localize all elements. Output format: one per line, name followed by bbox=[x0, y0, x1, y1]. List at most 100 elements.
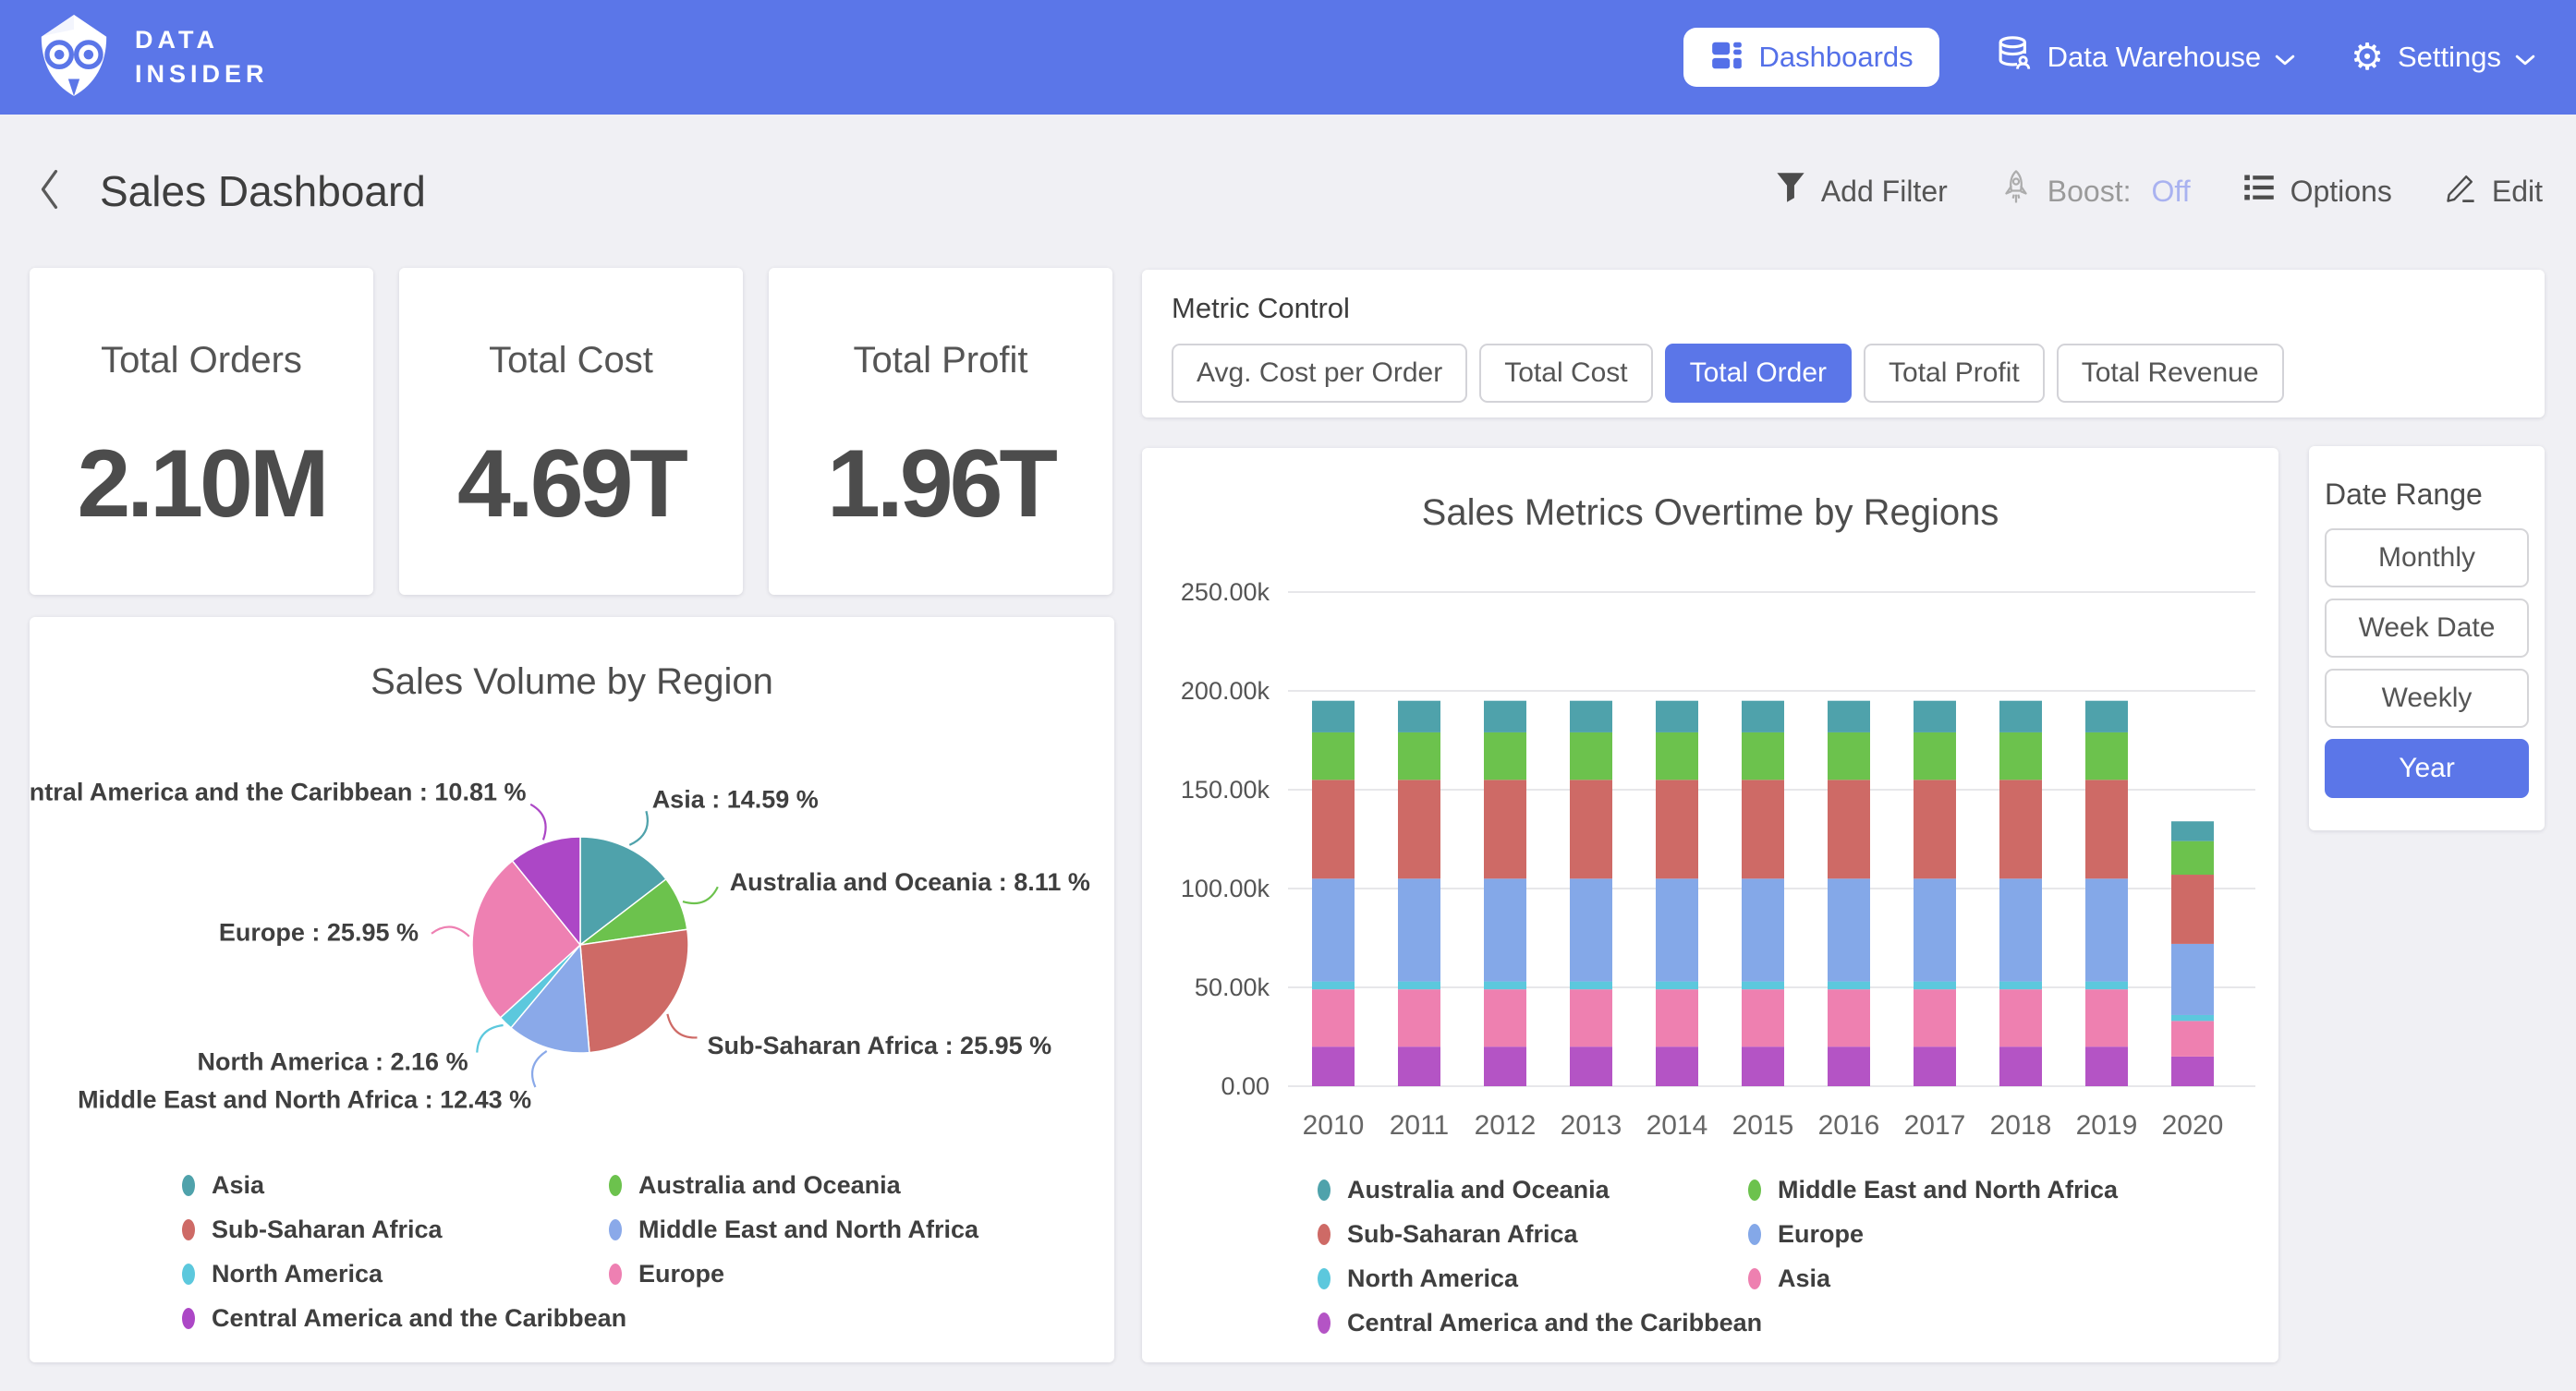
bar-segment[interactable] bbox=[1742, 732, 1784, 780]
bar-segment[interactable] bbox=[1398, 989, 1440, 1046]
bar-segment[interactable] bbox=[1484, 989, 1526, 1046]
bar-segment[interactable] bbox=[1398, 780, 1440, 878]
bar-segment[interactable] bbox=[1914, 982, 1956, 990]
bar-segment[interactable] bbox=[1484, 878, 1526, 981]
bar-segment[interactable] bbox=[1398, 1046, 1440, 1086]
bar-segment[interactable] bbox=[1570, 701, 1612, 732]
legend-item[interactable]: Australia and Oceania bbox=[609, 1171, 978, 1200]
legend-item[interactable]: Sub-Saharan Africa bbox=[1318, 1220, 1748, 1249]
nav-item-dashboards[interactable]: Dashboards bbox=[1683, 28, 1938, 87]
date-range-week-date-button[interactable]: Week Date bbox=[2325, 599, 2529, 658]
bar-segment[interactable] bbox=[2085, 732, 2128, 780]
bar-segment[interactable] bbox=[2085, 780, 2128, 878]
bar-segment[interactable] bbox=[2085, 701, 2128, 732]
edit-button[interactable]: Edit bbox=[2444, 171, 2543, 212]
legend-item[interactable]: North America bbox=[1318, 1264, 1748, 1293]
bar-segment[interactable] bbox=[1999, 1046, 2042, 1086]
bar-segment[interactable] bbox=[1312, 982, 1355, 990]
legend-item[interactable]: North America bbox=[182, 1260, 609, 1288]
legend-item[interactable]: Asia bbox=[1748, 1264, 2118, 1293]
bar-segment[interactable] bbox=[1828, 982, 1870, 990]
bar-segment[interactable] bbox=[1828, 701, 1870, 732]
bar-segment[interactable] bbox=[1570, 780, 1612, 878]
bar-segment[interactable] bbox=[1828, 780, 1870, 878]
add-filter-button[interactable]: Add Filter bbox=[1775, 171, 1948, 212]
boost-toggle[interactable]: Boost: Off bbox=[1999, 169, 2191, 213]
legend-item[interactable]: Australia and Oceania bbox=[1318, 1176, 1748, 1204]
bar-segment[interactable] bbox=[1914, 989, 1956, 1046]
bar-segment[interactable] bbox=[1742, 878, 1784, 981]
bar-segment[interactable] bbox=[1484, 1046, 1526, 1086]
bar-segment[interactable] bbox=[1656, 732, 1698, 780]
metric-button-avg-cost-per-order[interactable]: Avg. Cost per Order bbox=[1172, 344, 1467, 403]
bar-segment[interactable] bbox=[1656, 1046, 1698, 1086]
bar-segment[interactable] bbox=[1312, 780, 1355, 878]
back-button[interactable] bbox=[37, 167, 63, 216]
bar-segment[interactable] bbox=[1999, 780, 2042, 878]
bar-segment[interactable] bbox=[1484, 701, 1526, 732]
bar-segment[interactable] bbox=[2171, 944, 2214, 1015]
bar-segment[interactable] bbox=[2085, 878, 2128, 981]
bar-segment[interactable] bbox=[1656, 989, 1698, 1046]
metric-button-total-profit[interactable]: Total Profit bbox=[1864, 344, 2045, 403]
bar-segment[interactable] bbox=[1312, 989, 1355, 1046]
bar-segment[interactable] bbox=[1312, 878, 1355, 981]
bar-segment[interactable] bbox=[2171, 875, 2214, 944]
bar-segment[interactable] bbox=[1742, 982, 1784, 990]
date-range-weekly-button[interactable]: Weekly bbox=[2325, 669, 2529, 728]
bar-segment[interactable] bbox=[1484, 780, 1526, 878]
bar-segment[interactable] bbox=[1570, 878, 1612, 981]
bar-segment[interactable] bbox=[1828, 732, 1870, 780]
bar-segment[interactable] bbox=[1398, 701, 1440, 732]
pie-slice[interactable] bbox=[580, 929, 688, 1052]
bar-segment[interactable] bbox=[1999, 701, 2042, 732]
bar-segment[interactable] bbox=[2085, 1046, 2128, 1086]
bar-segment[interactable] bbox=[1999, 732, 2042, 780]
bar-segment[interactable] bbox=[2171, 821, 2214, 841]
bar-segment[interactable] bbox=[1398, 982, 1440, 990]
bar-segment[interactable] bbox=[1656, 780, 1698, 878]
bar-segment[interactable] bbox=[1999, 982, 2042, 990]
bar-segment[interactable] bbox=[2171, 1057, 2214, 1086]
legend-item[interactable]: Europe bbox=[609, 1260, 978, 1288]
legend-item[interactable]: Middle East and North Africa bbox=[609, 1216, 978, 1244]
bar-segment[interactable] bbox=[1570, 732, 1612, 780]
nav-item-data-warehouse[interactable]: Data Warehouse bbox=[1995, 34, 2295, 80]
bar-segment[interactable] bbox=[1312, 732, 1355, 780]
bar-segment[interactable] bbox=[1742, 701, 1784, 732]
bar-segment[interactable] bbox=[2171, 841, 2214, 875]
bar-segment[interactable] bbox=[2171, 1015, 2214, 1021]
bar-segment[interactable] bbox=[1742, 780, 1784, 878]
legend-item[interactable]: Central America and the Caribbean bbox=[182, 1304, 609, 1333]
bar-segment[interactable] bbox=[2085, 989, 2128, 1046]
bar-segment[interactable] bbox=[1742, 989, 1784, 1046]
options-button[interactable]: Options bbox=[2242, 172, 2392, 211]
bar-segment[interactable] bbox=[1570, 989, 1612, 1046]
bar-segment[interactable] bbox=[1914, 701, 1956, 732]
bar-segment[interactable] bbox=[1656, 982, 1698, 990]
bar-segment[interactable] bbox=[1999, 989, 2042, 1046]
legend-item[interactable]: Middle East and North Africa bbox=[1748, 1176, 2118, 1204]
legend-item[interactable]: Central America and the Caribbean bbox=[1318, 1309, 1748, 1337]
bar-segment[interactable] bbox=[1999, 878, 2042, 981]
bar-segment[interactable] bbox=[1914, 878, 1956, 981]
bar-segment[interactable] bbox=[1312, 701, 1355, 732]
bar-segment[interactable] bbox=[1742, 1046, 1784, 1086]
bar-segment[interactable] bbox=[1914, 732, 1956, 780]
date-range-monthly-button[interactable]: Monthly bbox=[2325, 528, 2529, 587]
bar-segment[interactable] bbox=[1570, 982, 1612, 990]
bar-segment[interactable] bbox=[1570, 1046, 1612, 1086]
date-range-year-button[interactable]: Year bbox=[2325, 739, 2529, 798]
metric-button-total-cost[interactable]: Total Cost bbox=[1479, 344, 1652, 403]
metric-button-total-order[interactable]: Total Order bbox=[1665, 344, 1852, 403]
bar-segment[interactable] bbox=[1828, 1046, 1870, 1086]
bar-segment[interactable] bbox=[1656, 878, 1698, 981]
legend-item[interactable]: Sub-Saharan Africa bbox=[182, 1216, 609, 1244]
legend-item[interactable]: Asia bbox=[182, 1171, 609, 1200]
nav-item-settings[interactable]: ⚙ Settings bbox=[2351, 39, 2535, 76]
metric-button-total-revenue[interactable]: Total Revenue bbox=[2057, 344, 2284, 403]
bar-segment[interactable] bbox=[1914, 1046, 1956, 1086]
bar-segment[interactable] bbox=[1656, 701, 1698, 732]
bar-segment[interactable] bbox=[1484, 732, 1526, 780]
bar-segment[interactable] bbox=[1914, 780, 1956, 878]
